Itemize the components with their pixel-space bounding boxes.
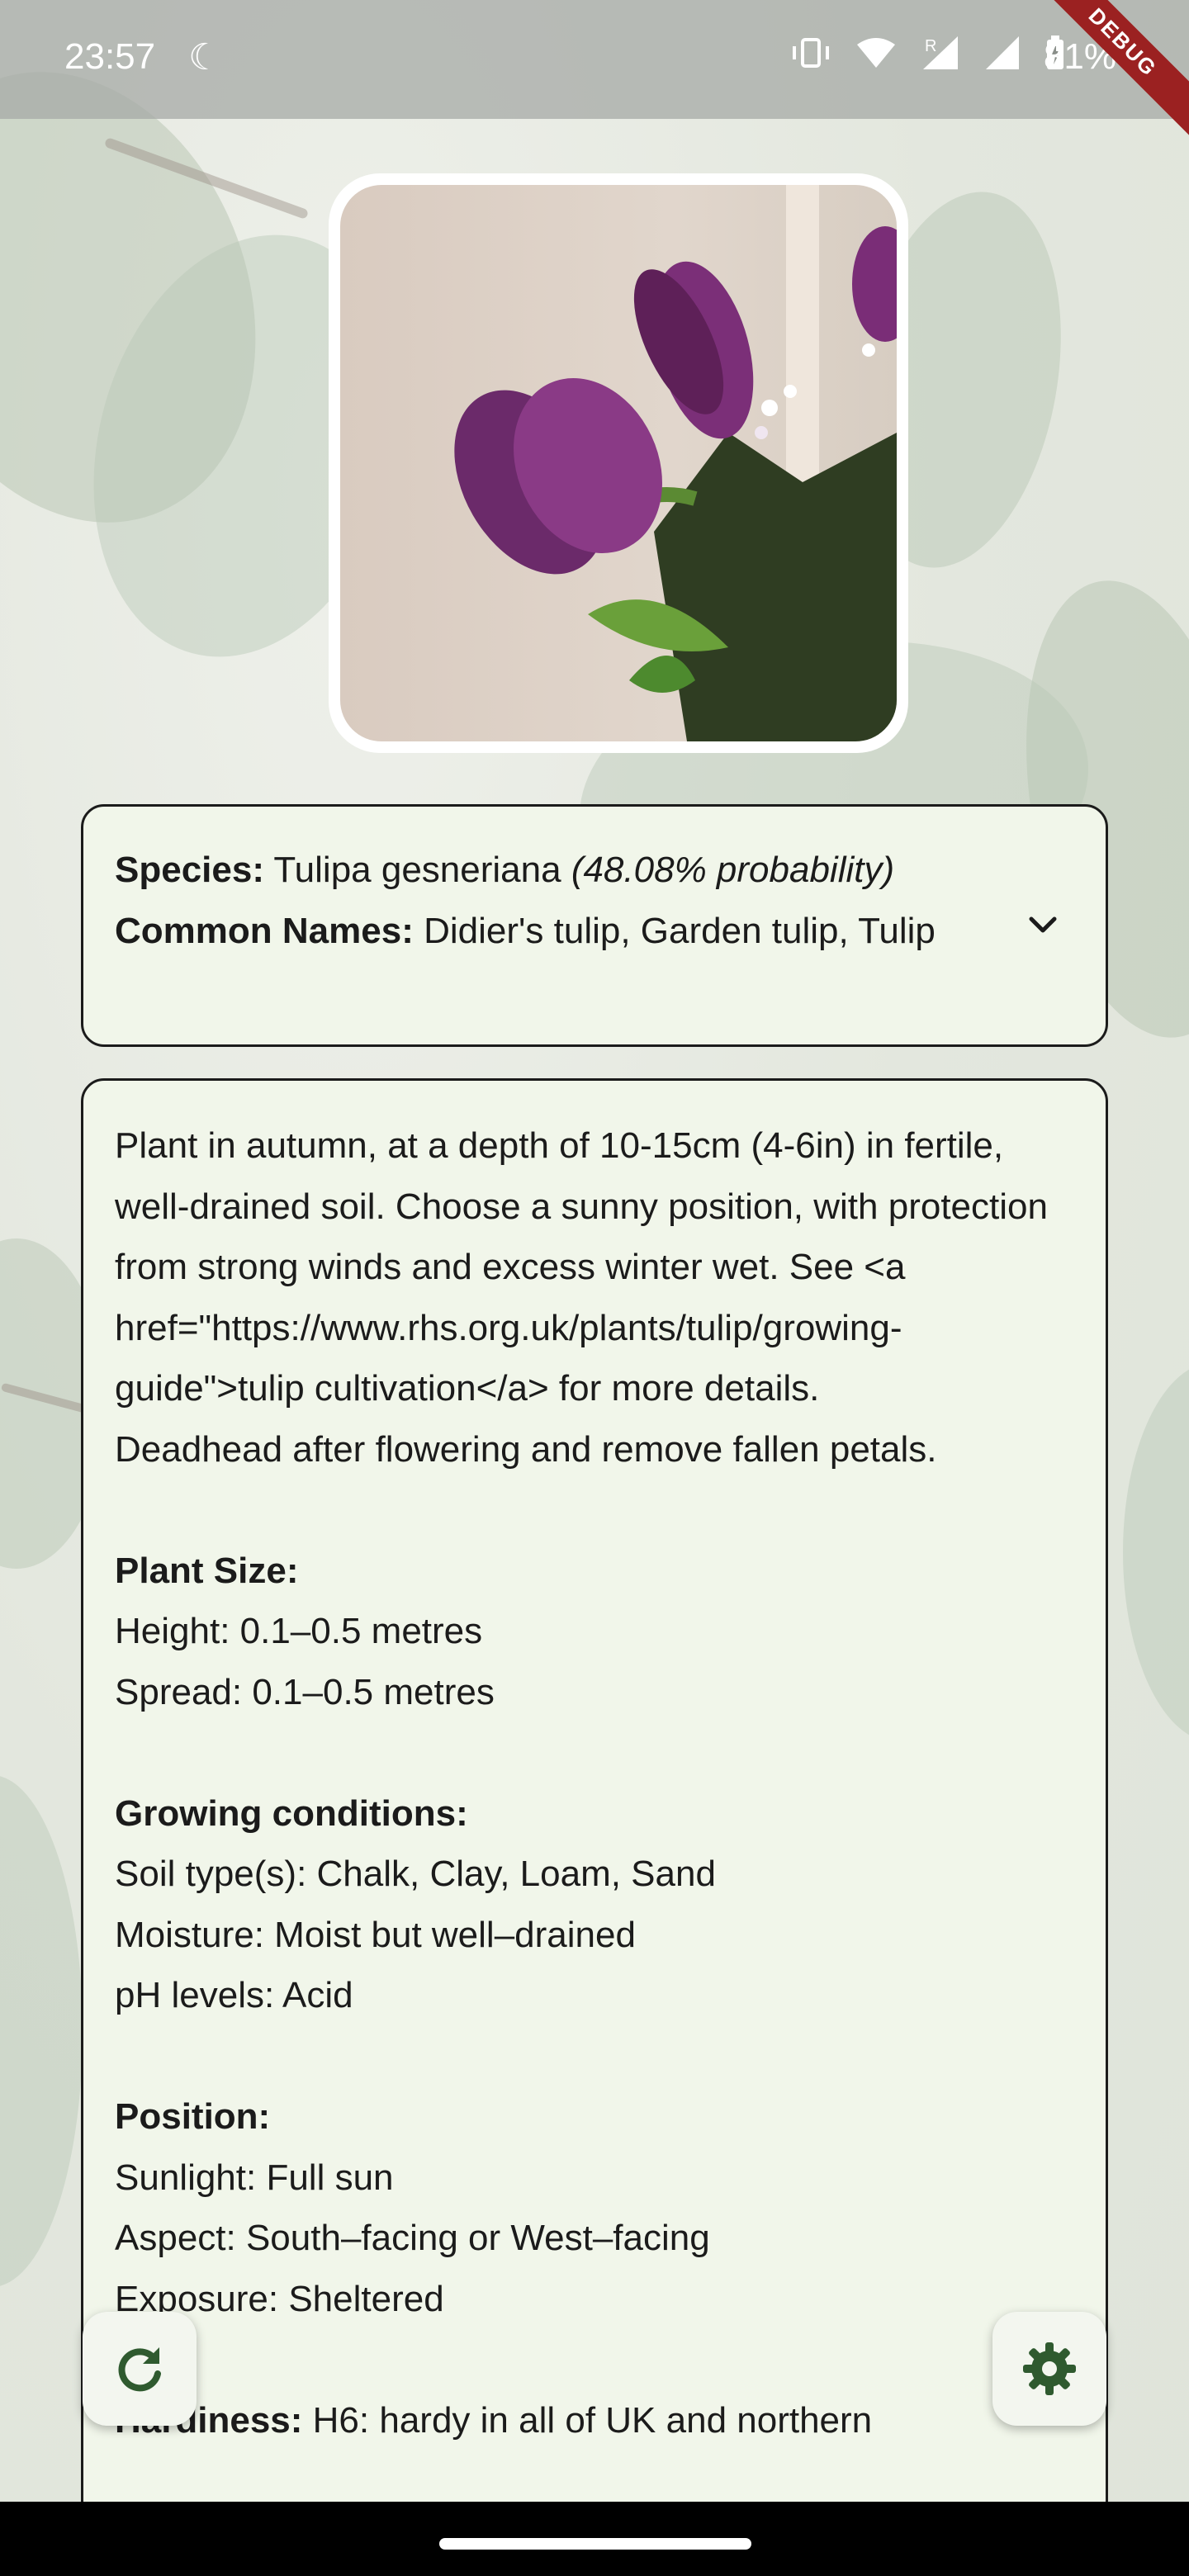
species-label: Species: (115, 850, 264, 890)
plant-size-heading: Plant Size: (115, 1550, 299, 1591)
care-intro: Plant in autumn, at a depth of 10-15cm (… (115, 1125, 1059, 1409)
status-bar: 23:57 ☾ R 81% DEBUG (0, 0, 1189, 144)
moon-icon: ☾ (188, 37, 221, 78)
chevron-down-icon[interactable] (1026, 909, 1059, 942)
moisture: Moisture: Moist but well–drained (115, 1914, 636, 1955)
refresh-button[interactable] (83, 2312, 197, 2426)
svg-text:R: R (925, 37, 936, 55)
refresh-icon (118, 2347, 161, 2392)
plant-photo-frame (329, 173, 908, 753)
species-summary: Species: Tulipa gesneriana (48.08% proba… (115, 840, 990, 961)
growing-conditions-heading: Growing conditions: (115, 1792, 468, 1834)
status-icons: R (791, 35, 1065, 71)
signal-icon (986, 36, 1019, 69)
home-gesture-handle[interactable] (439, 2538, 751, 2550)
plant-spread: Spread: 0.1–0.5 metres (115, 1671, 495, 1712)
aspect: Aspect: South–facing or West–facing (115, 2218, 710, 2258)
common-names-label: Common Names: (115, 910, 414, 951)
vibrate-icon (793, 38, 829, 68)
plant-height: Height: 0.1–0.5 metres (115, 1611, 483, 1651)
sunlight: Sunlight: Full sun (115, 2157, 394, 2198)
care-info-text: Plant in autumn, at a depth of 10-15cm (… (115, 1115, 1081, 2451)
settings-button[interactable] (992, 2312, 1106, 2426)
plant-photo (340, 185, 897, 741)
status-time: 23:57 (64, 36, 156, 77)
ph-levels: pH levels: Acid (115, 1975, 353, 2015)
species-name: Tulipa gesneriana (273, 850, 561, 890)
soil-types: Soil type(s): Chalk, Clay, Loam, Sand (115, 1854, 716, 1894)
gear-icon (1023, 2342, 1076, 2395)
species-probability: (48.08% probability) (571, 850, 895, 890)
common-names: Didier's tulip, Garden tulip, Tulip (424, 910, 936, 951)
hardiness-value: H6: hardy in all of UK and northern (312, 2399, 873, 2441)
species-card[interactable]: Species: Tulipa gesneriana (48.08% proba… (81, 804, 1108, 1047)
position-heading: Position: (115, 2096, 271, 2137)
deadhead-note: Deadhead after flowering and remove fall… (115, 1428, 937, 1470)
care-info-card[interactable]: Plant in autumn, at a depth of 10-15cm (… (81, 1078, 1108, 2531)
signal-roaming-icon: R (923, 36, 958, 69)
wifi-icon (857, 38, 895, 68)
